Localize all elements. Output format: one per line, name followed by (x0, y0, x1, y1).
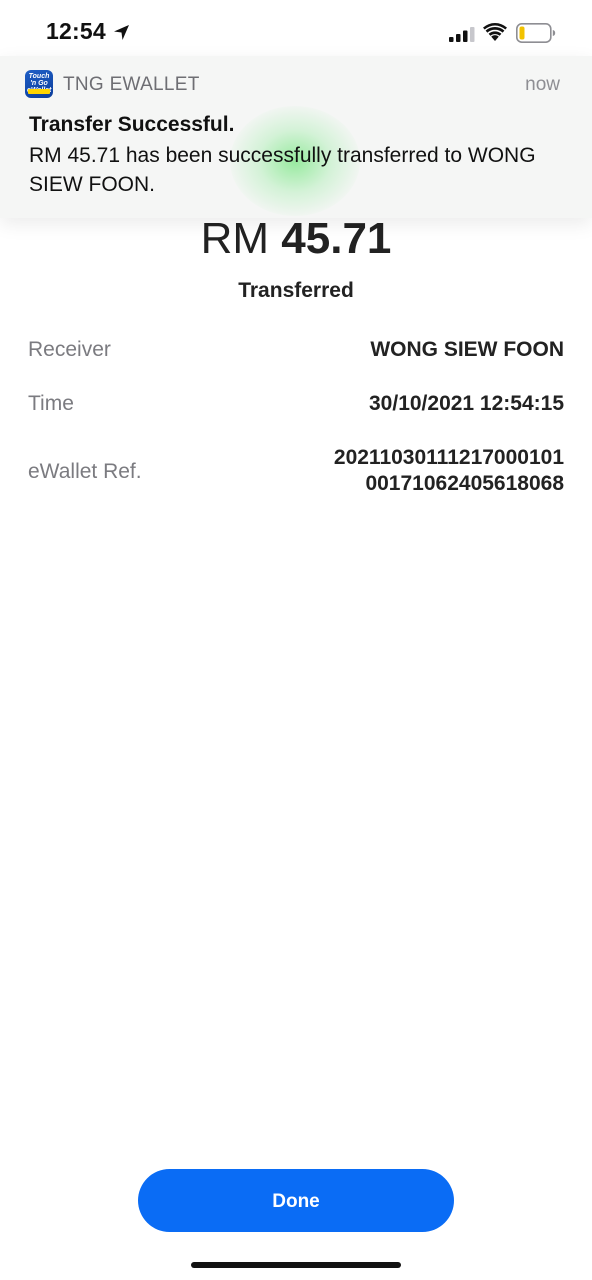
notification-time: now (525, 74, 560, 95)
receiver-value: WONG SIEW FOON (370, 338, 564, 361)
transfer-status: Transferred (238, 279, 354, 302)
status-time: 12:54 (46, 18, 106, 44)
time-label: Time (28, 392, 74, 415)
ewallet-ref-line-1: 20211030111217000101 (333, 446, 564, 469)
notification-title: Transfer Successful. (29, 113, 235, 136)
touch-n-go-ewallet-icon: Touch 'n Go eWallet (25, 70, 53, 98)
transfer-amount: RM 45.71 (0, 214, 592, 264)
amount-currency: RM (200, 214, 270, 263)
time-value: 30/10/2021 12:54:15 (369, 392, 564, 415)
receiver-label: Receiver (28, 338, 111, 361)
ewallet-ref-line-2: 00171062405618068 (365, 472, 564, 495)
home-indicator[interactable] (191, 1262, 401, 1268)
notification-banner[interactable]: Touch 'n Go eWallet TNG EWALLET now Tran… (0, 56, 592, 218)
transfer-receipt-screen: 12:54 Touch 'n Go eWallet TNG EWAL (0, 0, 592, 1280)
ewallet-ref-value: 20211030111217000101 00171062405618068 (334, 445, 564, 497)
done-button[interactable]: Done (138, 1169, 454, 1232)
ewallet-ref-row: eWallet Ref. 20211030111217000101 001710… (28, 445, 564, 497)
notification-app-name: TNG EWALLET (63, 74, 200, 95)
wifi-icon (483, 23, 507, 41)
location-arrow-icon (114, 25, 129, 40)
receiver-row: Receiver WONG SIEW FOON (28, 338, 564, 368)
ewallet-ref-label: eWallet Ref. (28, 460, 142, 483)
cellular-signal-icon (449, 27, 475, 42)
amount-value: 45.71 (281, 214, 392, 263)
battery-low-icon (516, 23, 556, 43)
notification-body: RM 45.71 has been successfully transferr… (29, 144, 536, 196)
status-bar: 12:54 (0, 0, 592, 66)
app-icon-stripe (28, 89, 50, 94)
time-row: Time 30/10/2021 12:54:15 (28, 392, 564, 422)
